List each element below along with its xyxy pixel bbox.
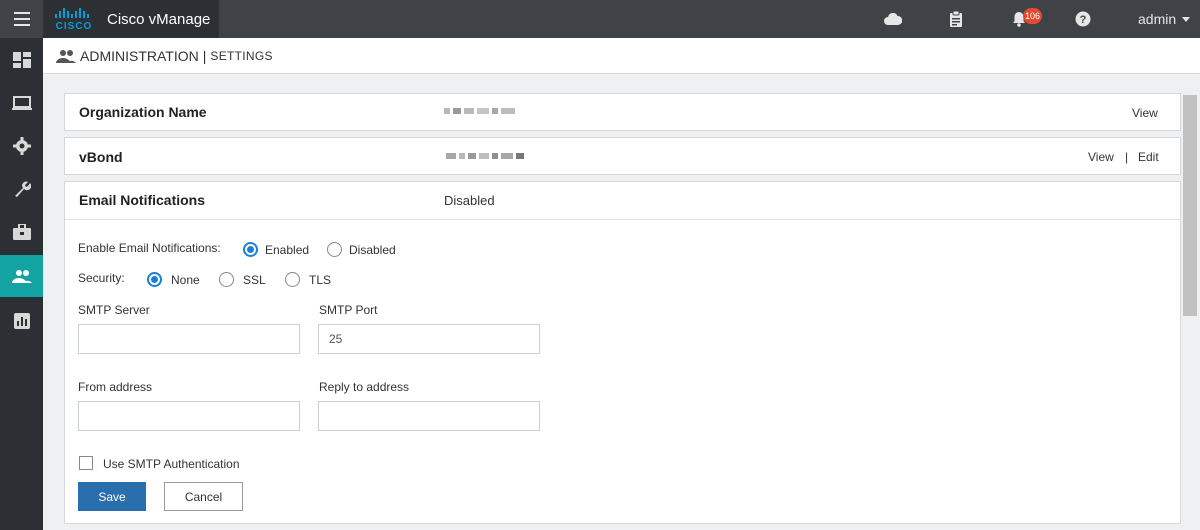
redacted-value xyxy=(444,108,515,114)
radio-enabled[interactable] xyxy=(243,242,258,257)
sidebar-item-analytics[interactable] xyxy=(0,300,43,342)
from-address-input[interactable] xyxy=(78,401,300,431)
cloud-icon[interactable] xyxy=(883,10,903,28)
setting-row-organization-name: Organization Name View xyxy=(64,93,1181,131)
enable-email-label: Enable Email Notifications: xyxy=(78,241,221,255)
setting-value: Disabled xyxy=(444,193,495,208)
radio-disabled-label[interactable]: Disabled xyxy=(349,243,396,257)
sidebar-item-maintenance[interactable] xyxy=(0,211,43,253)
username: admin xyxy=(1138,11,1177,27)
radio-security-ssl[interactable] xyxy=(219,272,234,287)
page-header: ADMINISTRATION | SETTINGS xyxy=(43,38,1200,74)
section-header xyxy=(65,182,1180,220)
analytics-icon xyxy=(13,313,30,329)
radio-security-tls-label[interactable]: TLS xyxy=(309,273,331,287)
setting-row-vbond: vBond View | Edit xyxy=(64,137,1181,175)
sidebar-item-administration[interactable] xyxy=(0,255,43,297)
radio-security-tls[interactable] xyxy=(285,272,300,287)
tools-wrench-icon xyxy=(14,181,31,197)
top-navigation-bar: CISCO Cisco vManage 106 ? admin xyxy=(0,0,1200,38)
configuration-gear-icon xyxy=(12,137,31,155)
smtp-auth-label[interactable]: Use SMTP Authentication xyxy=(103,457,240,471)
page-subtitle: SETTINGS xyxy=(210,48,273,63)
smtp-port-input[interactable]: 25 xyxy=(318,324,540,354)
administration-users-icon xyxy=(11,270,32,283)
hamburger-menu-icon[interactable] xyxy=(0,0,43,38)
radio-disabled[interactable] xyxy=(327,242,342,257)
dashboard-icon xyxy=(12,52,31,68)
security-label: Security: xyxy=(78,271,125,285)
sidebar-item-tools[interactable] xyxy=(0,168,43,210)
cancel-button[interactable]: Cancel xyxy=(164,482,243,511)
notification-count-badge: 106 xyxy=(1023,8,1043,24)
setting-title: Email Notifications xyxy=(79,192,206,208)
sidebar xyxy=(0,38,43,530)
administration-users-icon xyxy=(56,49,76,63)
monitor-icon xyxy=(11,95,32,110)
app-title: Cisco vManage xyxy=(107,10,211,28)
svg-text:?: ? xyxy=(1080,14,1087,26)
radio-security-none[interactable] xyxy=(147,272,162,287)
edit-link[interactable]: Edit xyxy=(1138,150,1159,164)
breadcrumb-separator: | xyxy=(202,47,207,64)
chevron-down-icon xyxy=(1182,16,1191,22)
radio-security-none-label[interactable]: None xyxy=(171,273,200,287)
sidebar-item-dashboard[interactable] xyxy=(0,39,43,81)
scrollbar-thumb[interactable] xyxy=(1183,95,1197,316)
save-button[interactable]: Save xyxy=(78,482,146,511)
smtp-server-input[interactable] xyxy=(78,324,300,354)
sidebar-item-configuration[interactable] xyxy=(0,125,43,167)
page-title: ADMINISTRATION xyxy=(80,47,199,64)
smtp-server-label: SMTP Server xyxy=(78,303,150,317)
help-icon[interactable]: ? xyxy=(1073,10,1093,28)
smtp-port-label: SMTP Port xyxy=(319,303,378,317)
maintenance-briefcase-icon xyxy=(12,224,31,240)
redacted-value xyxy=(446,153,524,159)
setting-title: Organization Name xyxy=(79,104,207,120)
sidebar-item-monitor[interactable] xyxy=(0,82,43,124)
radio-security-ssl-label[interactable]: SSL xyxy=(243,273,266,287)
clipboard-icon[interactable] xyxy=(946,10,966,28)
view-link[interactable]: View xyxy=(1088,150,1114,164)
from-address-label: From address xyxy=(78,380,153,394)
smtp-auth-checkbox[interactable] xyxy=(79,456,93,470)
brand: CISCO Cisco vManage xyxy=(43,0,219,38)
reply-to-address-input[interactable] xyxy=(318,401,540,431)
radio-enabled-label[interactable]: Enabled xyxy=(265,243,309,257)
action-separator: | xyxy=(1125,150,1129,164)
setting-title: vBond xyxy=(79,149,123,165)
user-menu[interactable]: admin xyxy=(1138,0,1191,38)
reply-to-address-label: Reply to address xyxy=(319,380,410,394)
cisco-logo: CISCO xyxy=(54,6,94,32)
view-link[interactable]: View xyxy=(1132,106,1158,120)
